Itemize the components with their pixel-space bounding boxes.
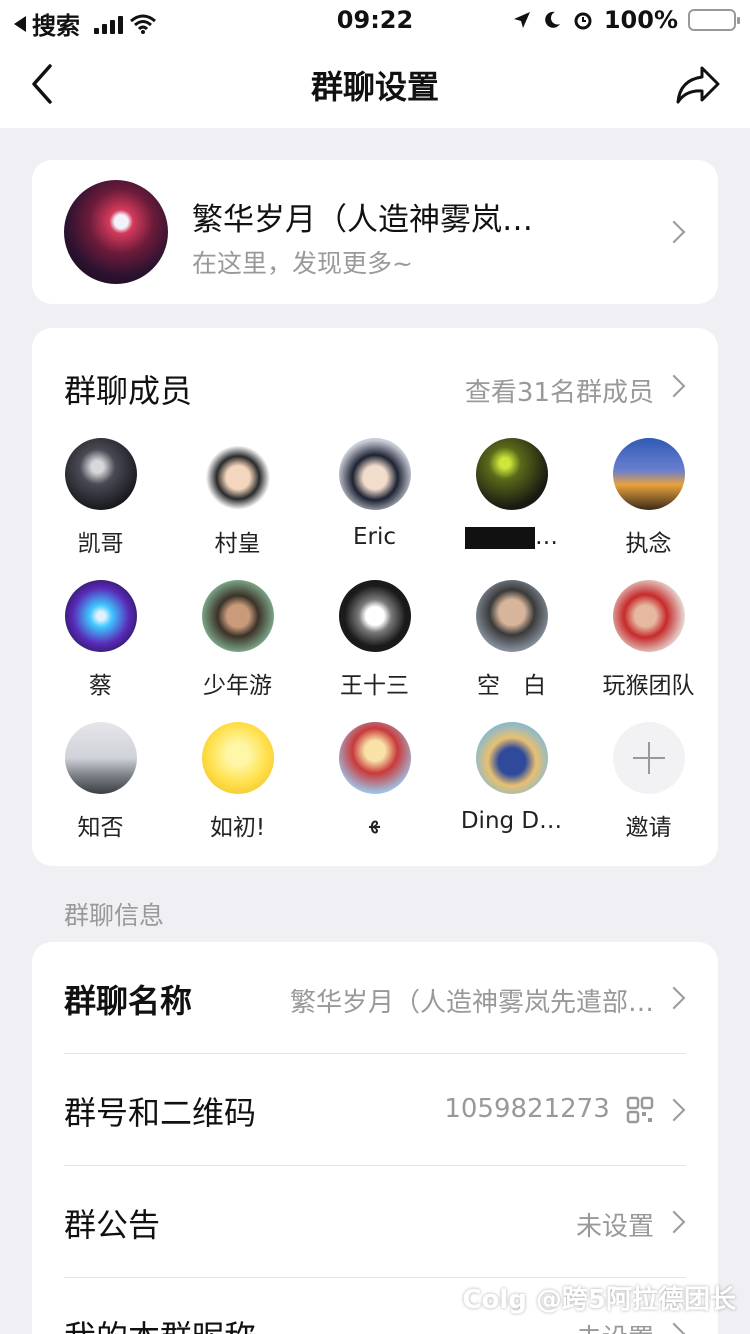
member-item[interactable]: ﻬ xyxy=(306,722,443,834)
member-name: Eric xyxy=(352,524,397,550)
member-name: 王十三 xyxy=(340,673,409,699)
member-item[interactable]: 凯哥 xyxy=(32,438,169,558)
member-name: 知否 xyxy=(77,815,124,841)
members-card: 群聊成员 查看31名群成员 凯哥 村皇 Eric … 执念 蔡 少年游 王十三 … xyxy=(32,328,718,866)
invite-member-button[interactable]: 邀请 xyxy=(580,722,717,842)
group-name: 繁华岁月（人造神雾岚… xyxy=(192,202,533,238)
member-item[interactable]: 执念 xyxy=(580,438,717,558)
member-name: 村皇 xyxy=(214,531,261,557)
member-item[interactable]: 王十三 xyxy=(306,580,443,700)
chevron-right-icon xyxy=(662,986,686,1010)
qr-code-icon xyxy=(626,1096,654,1123)
plus-icon xyxy=(612,722,685,794)
avatar xyxy=(64,438,137,510)
group-notice-row[interactable]: 群公告 未设置 xyxy=(64,1166,686,1278)
status-bar: 搜索 09:22 100% xyxy=(0,0,750,40)
avatar xyxy=(338,722,411,794)
avatar xyxy=(475,580,548,652)
member-item[interactable]: 知否 xyxy=(32,722,169,842)
avatar xyxy=(64,722,137,794)
member-name: ﻬ xyxy=(369,808,380,834)
group-info-section-label: 群聊信息 xyxy=(64,901,165,930)
battery-icon xyxy=(688,9,740,31)
group-number-qr-row[interactable]: 群号和二维码 1059821273 xyxy=(64,1054,686,1166)
members-title: 群聊成员 xyxy=(64,372,193,410)
member-name: Ding D… xyxy=(460,808,563,834)
chevron-right-icon xyxy=(662,1322,686,1334)
avatar xyxy=(475,722,548,794)
member-name: 如初! xyxy=(209,815,266,841)
member-item[interactable]: 村皇 xyxy=(169,438,306,558)
status-right: 100% xyxy=(512,6,740,34)
member-item[interactable]: 玩猴团队 xyxy=(580,580,717,700)
member-item[interactable]: Eric xyxy=(306,438,443,550)
watermark: Colg @跨5阿拉德团长 xyxy=(462,1285,736,1315)
member-item[interactable]: Ding D… xyxy=(443,722,580,834)
view-all-members-link[interactable]: 查看31名群成员 xyxy=(465,372,654,409)
member-item[interactable]: 蔡 xyxy=(32,580,169,700)
member-name: … xyxy=(443,524,580,550)
avatar xyxy=(612,438,685,510)
chevron-right-icon xyxy=(662,1210,686,1234)
avatar xyxy=(201,722,274,794)
share-arrow-icon[interactable] xyxy=(674,62,722,106)
invite-label: 邀请 xyxy=(625,815,672,841)
avatar xyxy=(201,438,274,510)
group-avatar xyxy=(64,180,168,284)
member-name: 凯哥 xyxy=(77,531,124,557)
moon-icon xyxy=(545,11,560,28)
battery-percent: 100% xyxy=(603,6,678,34)
member-name: 玩猴团队 xyxy=(602,673,695,699)
group-name-row[interactable]: 群聊名称 繁华岁月（人造神雾岚先遣部… xyxy=(64,942,686,1054)
location-icon xyxy=(513,12,530,28)
row-label: 群号和二维码 xyxy=(64,1094,257,1132)
row-value: 繁华岁月（人造神雾岚先遣部… xyxy=(289,988,654,1018)
avatar xyxy=(64,580,137,652)
member-item[interactable]: 如初! xyxy=(169,722,306,842)
row-label: 我的本群昵称 xyxy=(64,1312,256,1334)
redacted-name xyxy=(465,526,535,549)
avatar xyxy=(612,580,685,652)
member-name: 蔡 xyxy=(89,673,112,699)
row-value: 未设置 xyxy=(576,1318,654,1334)
page-title: 群聊设置 xyxy=(310,68,439,106)
member-item[interactable]: 少年游 xyxy=(169,580,306,700)
group-profile-card[interactable]: 繁华岁月（人造神雾岚… 在这里，发现更多~ xyxy=(32,160,718,304)
chevron-right-icon[interactable] xyxy=(662,374,686,398)
chevron-right-icon xyxy=(662,220,686,244)
row-value: 未设置 xyxy=(575,1212,654,1242)
avatar xyxy=(201,580,274,652)
row-label: 群公告 xyxy=(64,1206,161,1244)
navigation-bar: 群聊设置 xyxy=(0,40,750,128)
row-label: 群聊名称 xyxy=(64,982,193,1020)
member-item[interactable]: … xyxy=(443,438,580,550)
member-name: 少年游 xyxy=(203,673,272,699)
group-subtitle: 在这里，发现更多~ xyxy=(192,249,413,278)
member-name: 执念 xyxy=(625,531,672,557)
group-info-card: 群聊名称 繁华岁月（人造神雾岚先遣部… 群号和二维码 1059821273 群公… xyxy=(32,942,718,1334)
alarm-icon xyxy=(574,12,592,30)
member-item[interactable]: 空 白 xyxy=(443,580,580,700)
chevron-right-icon xyxy=(662,1098,686,1122)
row-value: 1059821273 xyxy=(444,1094,654,1124)
member-name: 空 白 xyxy=(477,673,546,699)
avatar xyxy=(338,438,411,510)
avatar xyxy=(475,438,548,510)
avatar xyxy=(338,580,411,652)
